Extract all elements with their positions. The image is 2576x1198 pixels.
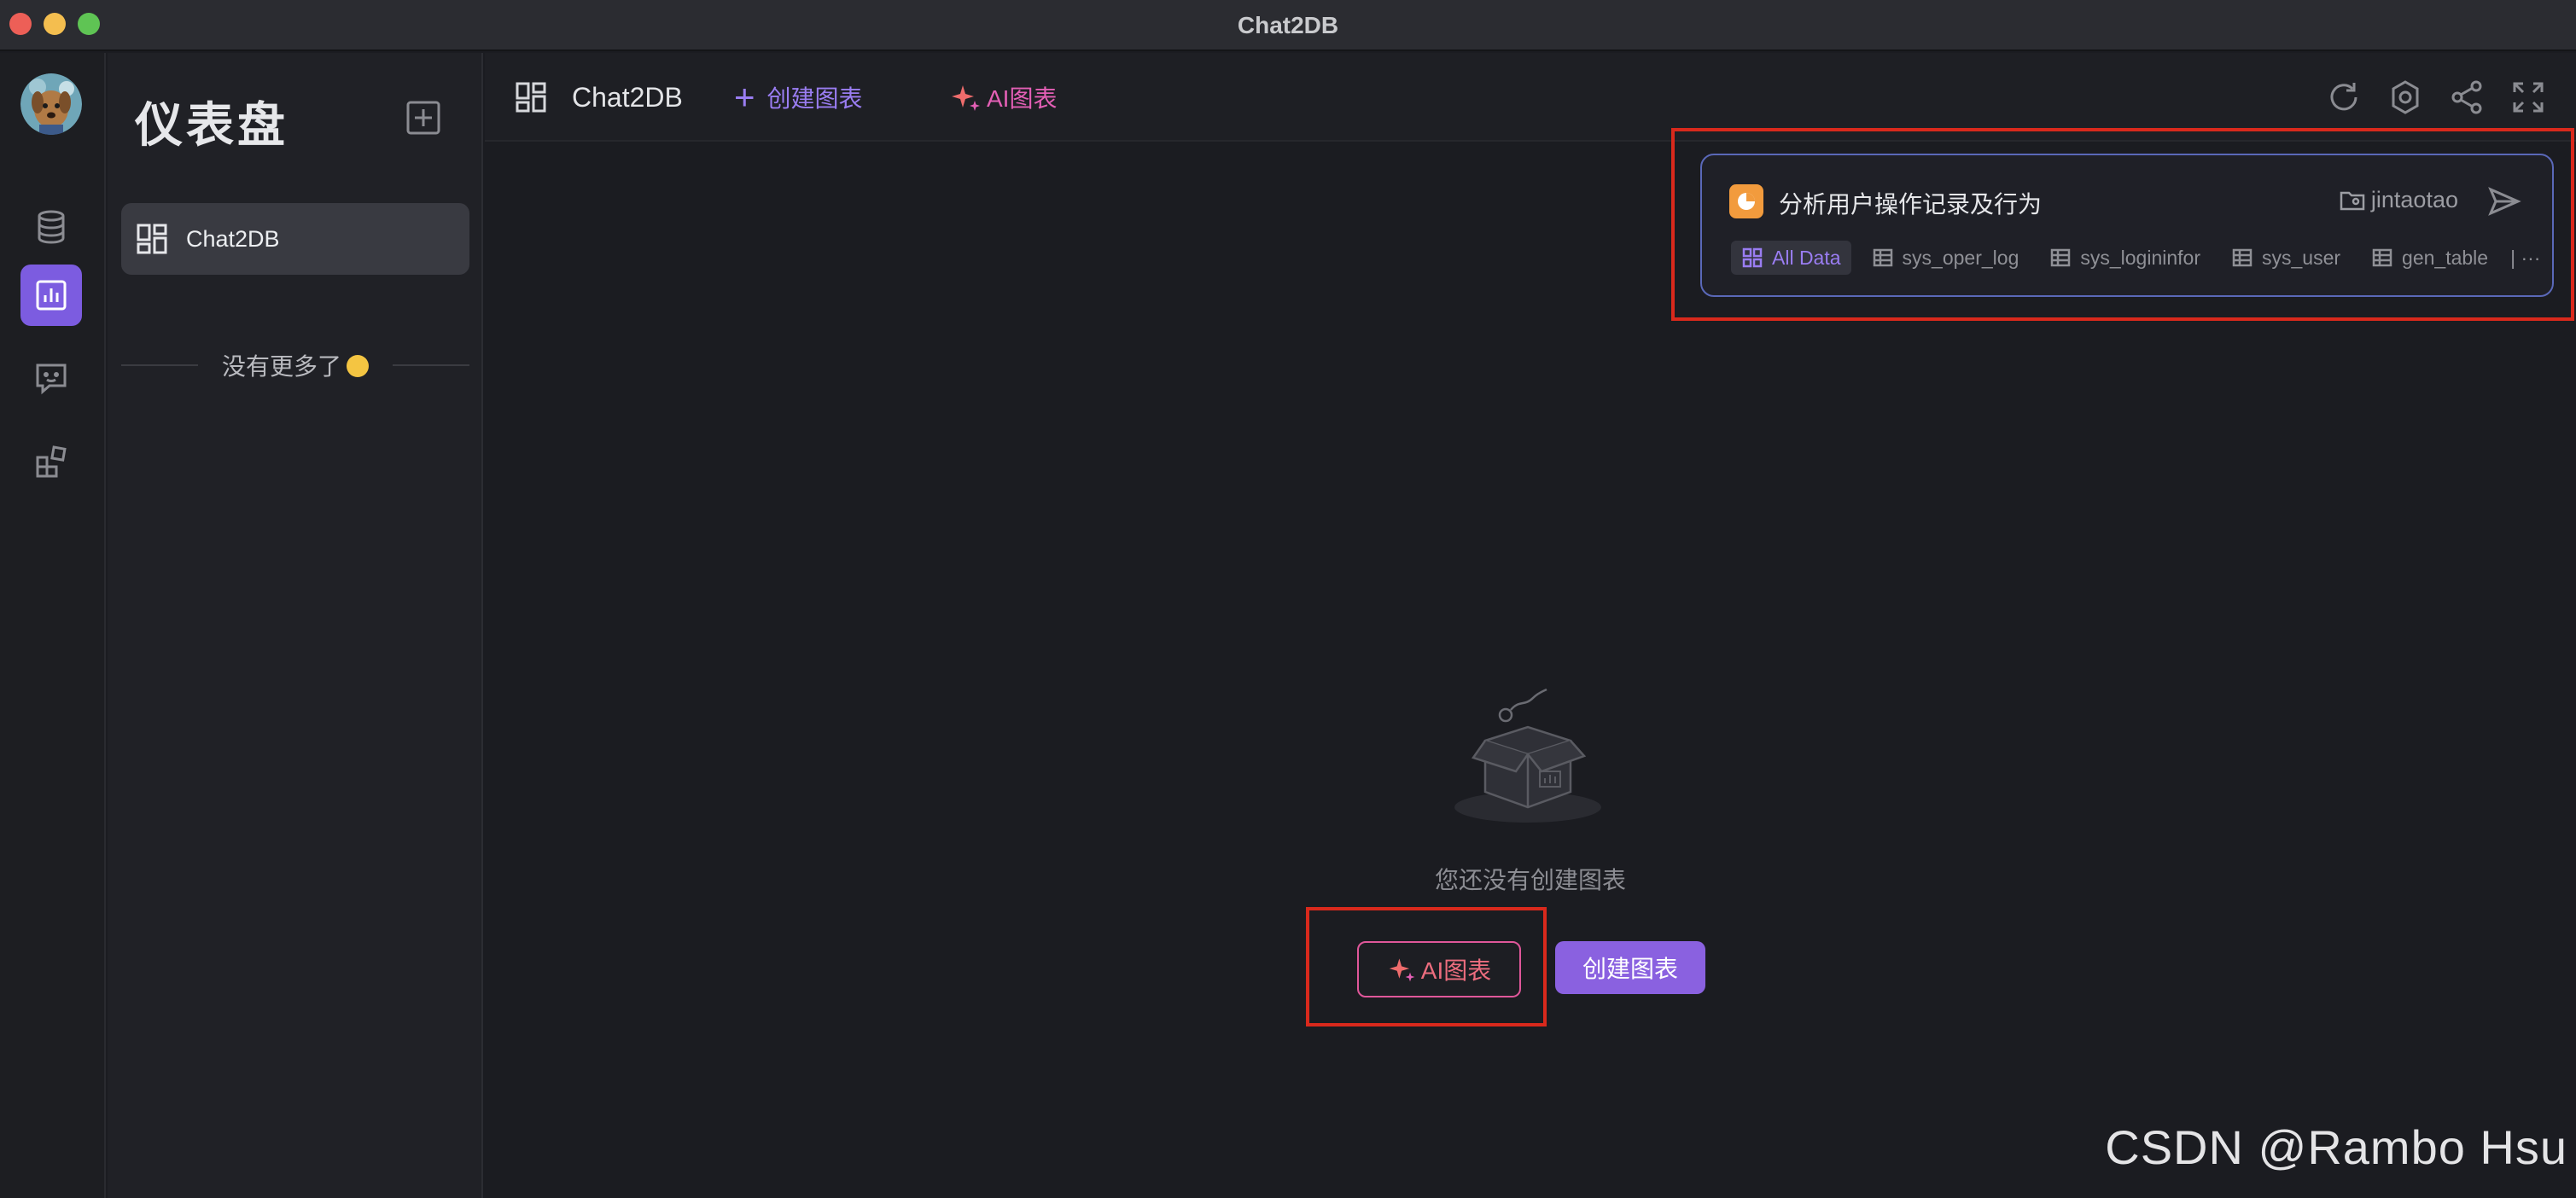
chart-icon: [36, 280, 67, 311]
chat-icon: [36, 363, 67, 395]
refresh-icon[interactable]: [2325, 79, 2363, 116]
create-chart-button[interactable]: + 创建图表: [734, 77, 863, 117]
no-more-text: 没有更多了: [222, 353, 342, 380]
rail-chat-button[interactable]: [20, 348, 82, 410]
create-chart-label: 创建图表: [1582, 956, 1678, 982]
emoji-icon: [347, 355, 370, 377]
ai-user-name: jintaotao: [2370, 186, 2458, 212]
table-icon: [1873, 248, 1892, 267]
table-chip-sys-oper-log[interactable]: sys_oper_log: [1862, 241, 2030, 275]
create-chart-label: 创建图表: [766, 85, 863, 112]
more-tables-button[interactable]: | ···: [2510, 247, 2540, 270]
table-chip-label: gen_table: [2402, 246, 2489, 269]
watermark: CSDN @Rambo Hsu: [2105, 1120, 2567, 1174]
grid-icon: [1742, 247, 1763, 268]
avatar[interactable]: [20, 73, 82, 135]
folder-user-icon: [2340, 191, 2365, 211]
table-chip-label: sys_logininfor: [2080, 246, 2200, 269]
title-bar: Chat2DB: [0, 0, 2576, 51]
empty-state-message: 您还没有创建图表: [1434, 867, 1626, 893]
empty-create-chart-button[interactable]: 创建图表: [1555, 941, 1705, 994]
gear-icon[interactable]: [2387, 79, 2424, 116]
ai-user-selector[interactable]: jintaotao: [2339, 186, 2458, 213]
ai-query-box[interactable]: 分析用户操作记录及行为 jintaotao All Data sys_oper_…: [1700, 154, 2554, 297]
board-title: Chat2DB: [514, 80, 683, 114]
dashboard-icon: [516, 82, 546, 113]
sparkle-icon: [1389, 958, 1415, 982]
dashboard-item-label: Chat2DB: [186, 225, 280, 252]
table-chip-all-data[interactable]: All Data: [1731, 241, 1851, 275]
share-icon[interactable]: [2448, 79, 2486, 116]
plus-icon: +: [734, 77, 755, 117]
table-icon: [2372, 248, 2392, 267]
sparkle-icon: [952, 85, 980, 111]
rail-dashboard-button[interactable]: [20, 265, 82, 326]
dashboard-icon: [137, 224, 167, 254]
pie-chart-icon: [1729, 184, 1763, 218]
send-icon[interactable]: [2487, 184, 2521, 218]
no-more-divider: 没有更多了: [121, 348, 470, 382]
add-dashboard-icon[interactable]: [405, 99, 442, 137]
empty-box-illustration: [1454, 688, 1601, 823]
board-name: Chat2DB: [572, 81, 683, 113]
table-chip-sys-logininfor[interactable]: sys_logininfor: [2039, 241, 2211, 275]
dashboard-panel: 仪表盘 Chat2DB 没有更多了: [108, 53, 483, 1198]
ai-chart-label: AI图表: [1420, 957, 1492, 984]
icon-rail: [0, 53, 106, 1198]
table-icon: [2232, 248, 2253, 267]
table-chip-label: sys_oper_log: [1902, 246, 2019, 269]
dashboard-item-chat2db[interactable]: Chat2DB: [121, 203, 469, 275]
fullscreen-icon[interactable]: [2509, 79, 2547, 116]
table-chip-label: All Data: [1772, 246, 1841, 269]
table-chip-list: All Data sys_oper_log sys_logininfor sys…: [1731, 241, 2540, 275]
panel-title: 仪表盘: [135, 98, 288, 152]
blocks-icon: [36, 445, 67, 478]
empty-ai-chart-button[interactable]: AI图表: [1357, 941, 1521, 997]
ai-chart-label: AI图表: [987, 85, 1058, 112]
table-chip-sys-user[interactable]: sys_user: [2221, 241, 2351, 275]
rail-plugins-button[interactable]: [20, 432, 82, 493]
window-title: Chat2DB: [1237, 12, 1339, 38]
database-icon: [38, 210, 65, 244]
ai-prompt-input[interactable]: 分析用户操作记录及行为: [1779, 186, 2042, 220]
table-chip-label: sys_user: [2262, 246, 2341, 269]
ai-chart-button[interactable]: AI图表: [949, 80, 1057, 114]
rail-database-button[interactable]: [20, 196, 82, 258]
table-icon: [2051, 248, 2071, 267]
table-chip-gen-table[interactable]: gen_table: [2361, 241, 2498, 275]
